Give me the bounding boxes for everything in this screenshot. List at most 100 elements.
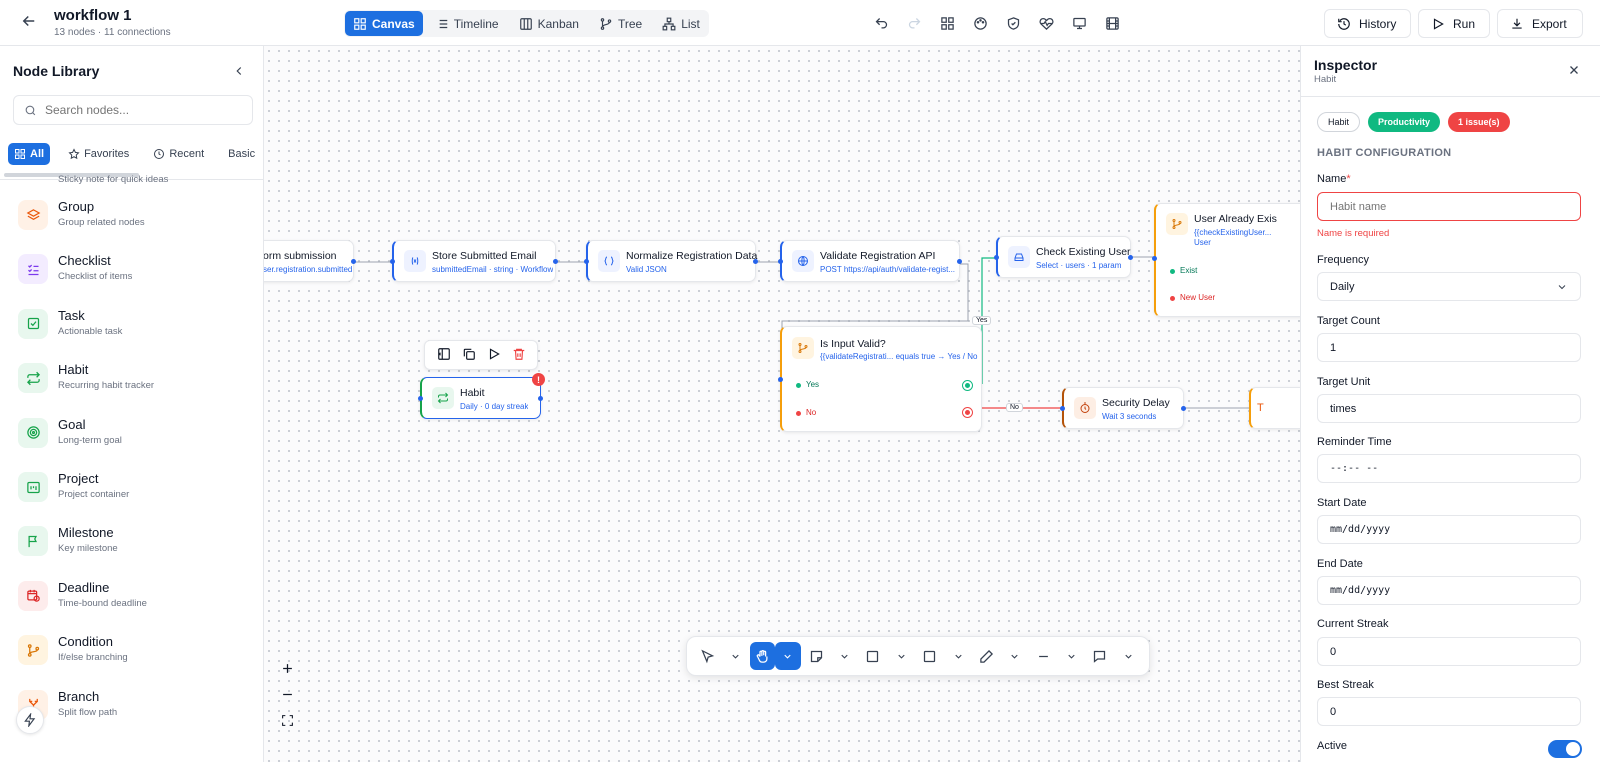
fit-view-icon[interactable]	[281, 712, 294, 728]
input-port[interactable]	[390, 259, 395, 264]
tab-timeline[interactable]: Timeline	[427, 11, 507, 36]
node-library-item-condition[interactable]: Condition If/else branching	[18, 632, 258, 676]
output-port-no[interactable]	[962, 407, 973, 418]
chevron-left-icon[interactable]	[232, 64, 246, 81]
input-port[interactable]	[418, 396, 423, 401]
start-date-field[interactable]: mm/dd/yyyy	[1317, 515, 1581, 544]
output-port-yes[interactable]	[962, 380, 973, 391]
node-library-item-branch[interactable]: Branch Split flow path	[18, 687, 258, 731]
node-library-item-checklist[interactable]: Checklist Checklist of items	[18, 251, 258, 295]
undo-icon[interactable]	[872, 12, 890, 34]
output-port[interactable]	[753, 259, 758, 264]
tab-list[interactable]: List	[654, 11, 708, 36]
node-library-item-task[interactable]: Task Actionable task	[18, 306, 258, 350]
search-input[interactable]	[45, 103, 235, 117]
target-count-field[interactable]: 1	[1317, 333, 1581, 362]
history-button[interactable]: History	[1324, 9, 1411, 38]
frame-icon[interactable]	[916, 642, 943, 670]
node-form-submission[interactable]: orm submission ser.registration.submitte…	[264, 240, 356, 282]
node-partial[interactable]: T	[1249, 387, 1300, 429]
film-icon[interactable]	[1103, 12, 1121, 34]
comment-icon[interactable]	[1086, 642, 1113, 670]
zoom-out-icon[interactable]	[280, 686, 295, 702]
chevron-down-icon[interactable]	[889, 642, 914, 670]
node-store-email[interactable]: Store Submitted Email submittedEmail · s…	[390, 240, 558, 282]
node-is-input-valid[interactable]: Is Input Valid? {{validateRegistrati... …	[778, 326, 982, 432]
chevron-down-icon[interactable]	[775, 642, 801, 670]
output-port[interactable]	[957, 259, 962, 264]
node-search[interactable]	[13, 95, 253, 125]
close-icon[interactable]	[1567, 63, 1581, 80]
category-favorites[interactable]: Favorites	[62, 143, 135, 165]
node-library-item-milestone[interactable]: Milestone Key milestone	[18, 523, 258, 567]
back-arrow-icon[interactable]	[20, 12, 42, 34]
run-button[interactable]: Run	[1418, 9, 1490, 38]
redo-icon[interactable]	[905, 12, 923, 34]
heart-pulse-icon[interactable]	[1037, 12, 1055, 34]
tab-tree[interactable]: Tree	[591, 11, 650, 36]
zoom-in-icon[interactable]	[280, 660, 295, 676]
frequency-select[interactable]: Daily	[1317, 272, 1581, 301]
input-port[interactable]	[994, 255, 999, 260]
tab-canvas[interactable]: Canvas	[345, 11, 423, 36]
node-validate-api[interactable]: Validate Registration API POST https://a…	[778, 240, 962, 282]
export-button[interactable]: Export	[1497, 9, 1583, 38]
output-port[interactable]	[538, 396, 543, 401]
monitor-icon[interactable]	[1070, 12, 1088, 34]
node-normalize-data[interactable]: Normalize Registration Data Valid JSON	[584, 240, 758, 282]
category-all[interactable]: All	[8, 143, 51, 165]
active-toggle[interactable]	[1548, 740, 1582, 758]
lightning-icon[interactable]	[16, 706, 44, 734]
reminder-time-field[interactable]: --:-- --	[1317, 454, 1581, 483]
line-icon[interactable]	[1030, 642, 1057, 670]
node-habit[interactable]: Habit Daily · 0 day streak !	[418, 373, 545, 419]
rectangle-icon[interactable]	[859, 642, 886, 670]
target-unit-field[interactable]: times	[1317, 394, 1581, 423]
shield-check-icon[interactable]	[1004, 12, 1022, 34]
sticky-note-icon[interactable]	[803, 642, 830, 670]
node-library-item-group[interactable]: Group Group related nodes	[18, 197, 258, 241]
node-library-item-project[interactable]: Project Project container	[18, 469, 258, 513]
tab-kanban[interactable]: Kanban	[511, 11, 587, 36]
category-basic[interactable]: Basic	[222, 143, 261, 165]
end-date-field[interactable]: mm/dd/yyyy	[1317, 576, 1581, 605]
panel-icon[interactable]	[437, 347, 451, 364]
node-library-item-habit[interactable]: Habit Recurring habit tracker	[18, 360, 258, 404]
warning-icon[interactable]: !	[532, 373, 545, 386]
layout-grid-icon[interactable]	[938, 12, 956, 34]
trash-icon[interactable]	[512, 347, 526, 364]
workflow-canvas[interactable]: orm submission ser.registration.submitte…	[264, 46, 1300, 762]
name-field[interactable]	[1317, 192, 1581, 221]
input-port[interactable]	[1060, 406, 1065, 411]
chevron-down-icon[interactable]	[722, 642, 747, 670]
node-library-item-deadline[interactable]: Deadline Time-bound deadline	[18, 578, 258, 622]
chevron-down-icon[interactable]	[945, 642, 970, 670]
current-streak-field[interactable]: 0	[1317, 637, 1581, 666]
input-port[interactable]	[1152, 256, 1157, 261]
play-icon[interactable]	[487, 347, 501, 364]
input-port[interactable]	[778, 377, 783, 382]
output-port[interactable]	[1181, 406, 1186, 411]
output-port[interactable]	[553, 259, 558, 264]
chevron-down-icon[interactable]	[1002, 642, 1027, 670]
input-port[interactable]	[778, 259, 783, 264]
input-port[interactable]	[584, 259, 589, 264]
chevron-down-icon[interactable]	[1059, 642, 1084, 670]
hand-icon[interactable]	[749, 642, 776, 670]
list-item-partial[interactable]: Sticky note for quick ideas	[18, 174, 258, 188]
output-port[interactable]	[351, 259, 356, 264]
node-library-item-goal[interactable]: Goal Long-term goal	[18, 415, 258, 459]
output-port[interactable]	[1128, 255, 1133, 260]
node-check-existing-user[interactable]: Check Existing User Select · users · 1 p…	[994, 236, 1133, 278]
palette-icon[interactable]	[971, 12, 989, 34]
chevron-down-icon[interactable]	[1116, 642, 1141, 670]
category-recent[interactable]: Recent	[147, 143, 210, 165]
best-streak-field[interactable]: 0	[1317, 697, 1581, 726]
pencil-icon[interactable]	[973, 642, 1000, 670]
pointer-icon[interactable]	[695, 642, 720, 670]
node-security-delay[interactable]: Security Delay Wait 3 seconds	[1060, 387, 1186, 429]
node-user-already-exists[interactable]: User Already Exis {{checkExistingUser...…	[1152, 203, 1300, 317]
copy-icon[interactable]	[462, 347, 476, 364]
chevron-down-icon[interactable]	[832, 642, 857, 670]
issue-badge[interactable]: 1 issue(s)	[1448, 112, 1510, 132]
